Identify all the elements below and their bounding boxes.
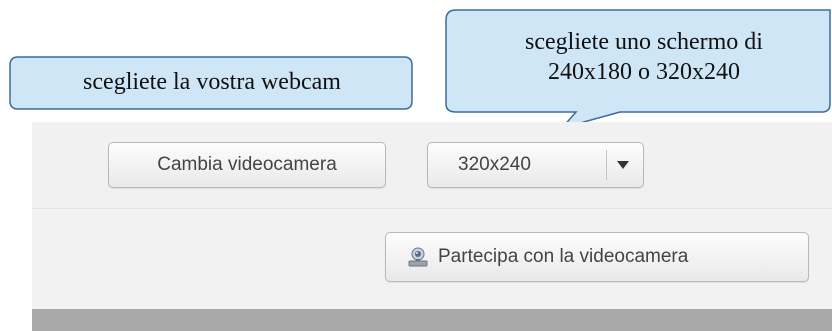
camera-settings-row: Cambia videocamera 320x240 bbox=[32, 122, 832, 208]
bottom-bar bbox=[32, 309, 832, 331]
webcam-icon bbox=[406, 245, 430, 269]
select-divider bbox=[606, 150, 607, 180]
callout-webcam-text: scegliete la vostra webcam bbox=[83, 69, 341, 95]
resolution-selected-value: 320x240 bbox=[458, 154, 531, 175]
join-with-camera-label: Partecipa con la videocamera bbox=[438, 246, 689, 267]
resolution-select[interactable]: 320x240 bbox=[427, 142, 644, 188]
join-row: Partecipa con la videocamera bbox=[32, 209, 832, 309]
callout-resolution-line2: 240x180 o 320x240 bbox=[548, 59, 740, 85]
caret-down-icon[interactable] bbox=[613, 155, 633, 175]
join-with-camera-button[interactable]: Partecipa con la videocamera bbox=[385, 232, 809, 282]
camera-toolbar-panel: Cambia videocamera 320x240 Partecipa con… bbox=[32, 122, 832, 331]
callout-layer: scegliete la vostra webcam scegliete uno… bbox=[0, 0, 832, 130]
callout-resolution-text: scegliete uno schermo di 240x180 o 320x2… bbox=[446, 27, 832, 87]
change-camera-button[interactable]: Cambia videocamera bbox=[108, 142, 386, 188]
callout-resolution-line1: scegliete uno schermo di bbox=[525, 29, 763, 55]
